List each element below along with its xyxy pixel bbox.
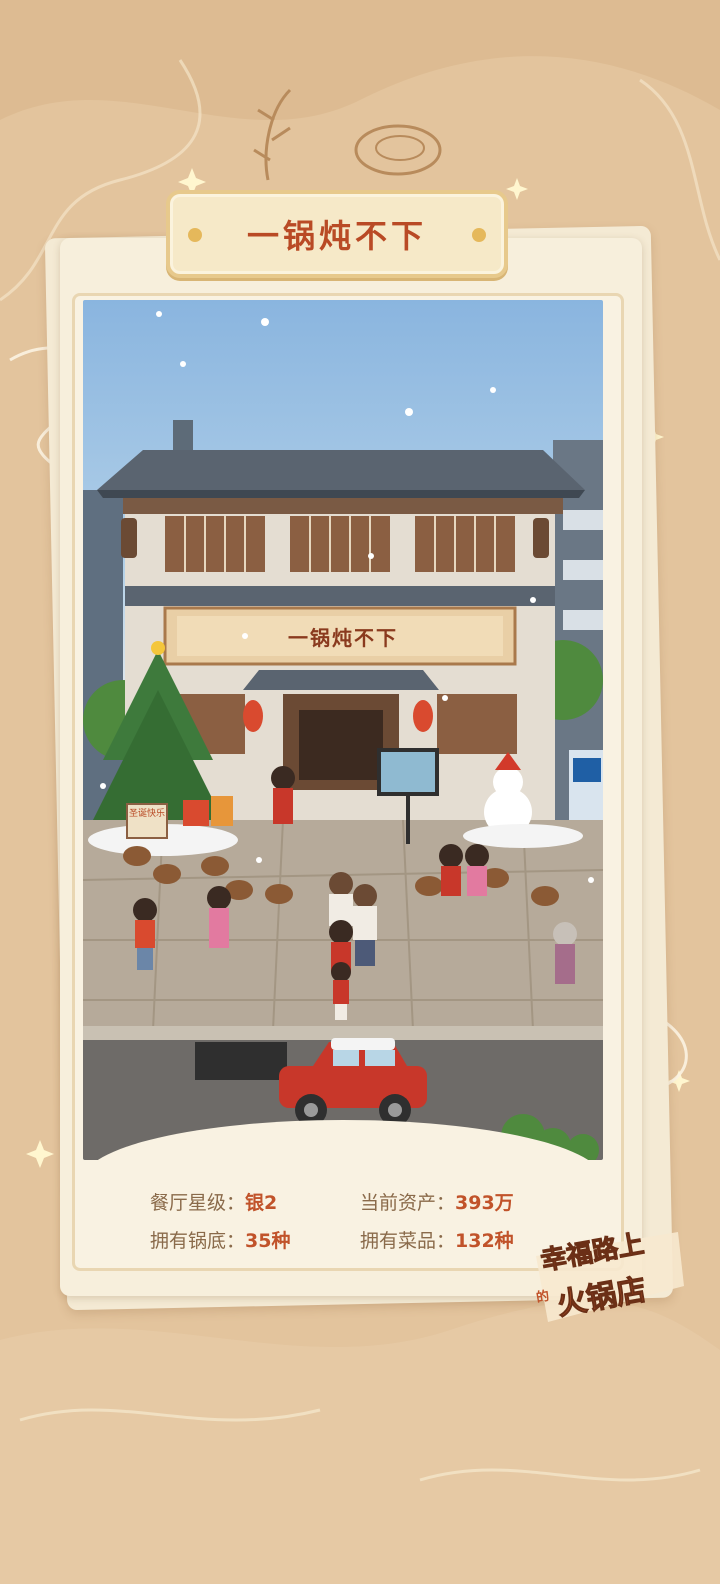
title-plaque: 一锅炖不下 <box>166 190 508 278</box>
stat-label: 当前资产： <box>360 1191 456 1214</box>
christmas-sign-text: 圣诞快乐 <box>129 809 166 819</box>
stat-value: 35种 <box>245 1229 291 1252</box>
stat-soup-bases: 拥有锅底：35种 <box>150 1226 360 1253</box>
title-dot-right <box>472 228 486 242</box>
stat-current-assets: 当前资产：393万 <box>360 1188 570 1215</box>
game-logo: 幸福路上 的 火锅店 <box>528 1226 688 1326</box>
stat-label: 拥有菜品： <box>360 1229 456 1252</box>
shop-sign-text: 一锅炖不下 <box>288 626 398 650</box>
stats-row: 拥有锅底：35种 拥有菜品：132种 <box>150 1220 570 1258</box>
stat-value: 132种 <box>455 1229 514 1252</box>
restaurant-scene: 一锅炖不下 圣诞快乐 <box>83 300 603 1160</box>
stat-value: 393万 <box>455 1191 514 1214</box>
scene-illustration <box>83 311 603 1160</box>
title-dot-left <box>188 228 202 242</box>
stat-label: 拥有锅底： <box>150 1229 246 1252</box>
stats-row: 餐厅星级：银2 当前资产：393万 <box>150 1182 570 1220</box>
stat-label: 餐厅星级： <box>150 1191 246 1214</box>
stat-value: 银2 <box>245 1191 278 1214</box>
page-title: 一锅炖不下 <box>246 217 427 255</box>
stat-restaurant-star: 餐厅星级：银2 <box>150 1188 360 1215</box>
restaurant-stats: 餐厅星级：银2 当前资产：393万 拥有锅底：35种 拥有菜品：132种 <box>150 1182 570 1258</box>
